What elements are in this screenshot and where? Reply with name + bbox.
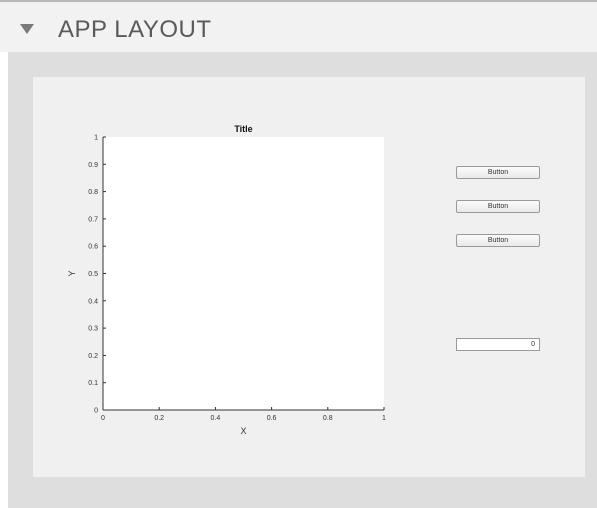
button-1[interactable]: Button — [456, 166, 540, 179]
numeric-edit-field[interactable]: 0 — [456, 338, 540, 351]
y-tick-label: 0.4 — [88, 298, 98, 305]
button-2[interactable]: Button — [456, 200, 540, 213]
button-3[interactable]: Button — [456, 234, 540, 247]
x-tick-label: 0.4 — [211, 415, 221, 422]
y-tick-label: 0.2 — [88, 353, 98, 360]
section-body: 0 0.2 0.4 0.6 0.8 1 0 0.1 0.2 0.3 0.4 0.5 0.6 0.7 0.8… — [8, 52, 597, 508]
y-tick-label: 0.8 — [88, 189, 98, 196]
collapse-triangle-icon — [20, 24, 34, 34]
y-axis-title: Y — [67, 270, 77, 276]
x-tick-label: 0.2 — [154, 415, 164, 422]
y-tick-label: 0.6 — [88, 244, 98, 251]
x-tick-label: 0.6 — [267, 415, 277, 422]
plot-area — [103, 137, 384, 410]
y-tick-label: 0.1 — [88, 380, 98, 387]
y-tick-label: 0.9 — [88, 162, 98, 169]
section-header: APP LAYOUT — [0, 0, 597, 52]
x-axis-title: X — [240, 426, 246, 436]
collapse-toggle[interactable] — [16, 20, 40, 40]
app-window: 0 0.2 0.4 0.6 0.8 1 0 0.1 0.2 0.3 0.4 0.5 0.6 0.7 0.8… — [33, 77, 585, 477]
x-tick-label: 0.8 — [323, 415, 333, 422]
y-tick-label: 0.3 — [88, 326, 98, 333]
section-title: APP LAYOUT — [58, 16, 212, 43]
y-tick-label: 0.7 — [88, 216, 98, 223]
x-tick-label: 1 — [382, 415, 386, 422]
plot-axes: 0 0.2 0.4 0.6 0.8 1 0 0.1 0.2 0.3 0.4 0.5 0.6 0.7 0.8… — [67, 124, 386, 436]
y-tick-label: 1 — [94, 135, 98, 142]
plot-title: Title — [234, 124, 252, 134]
y-tick-label: 0 — [94, 408, 98, 415]
page: APP LAYOUT 0 0.2 0.4 0.6 0.8 1 0 0.1 0.2 0.3 0.4 0… — [0, 0, 597, 508]
x-tick-label: 0 — [101, 415, 105, 422]
y-tick-label: 0.5 — [88, 271, 98, 278]
